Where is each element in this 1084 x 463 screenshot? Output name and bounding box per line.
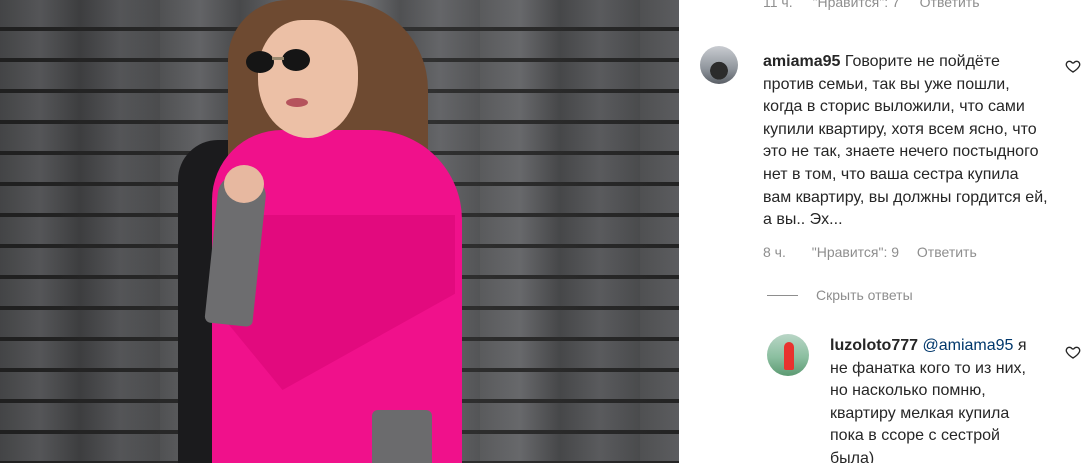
previous-comment-meta: 11 ч. "Нравится": 7 Ответить <box>763 0 996 10</box>
comment-meta: 8 ч. "Нравится": 9 Ответить <box>763 244 977 260</box>
sunglasses-icon <box>246 49 310 73</box>
hide-replies-button[interactable]: Скрыть ответы <box>767 287 913 303</box>
reply-username[interactable]: luzoloto777 <box>830 337 918 354</box>
reply-text: я не фанатка кого то из них, но наскольк… <box>830 337 1027 463</box>
avatar[interactable] <box>700 46 738 84</box>
comment-username[interactable]: amiama95 <box>763 53 840 70</box>
hide-replies-label: Скрыть ответы <box>816 287 913 303</box>
comment-time[interactable]: 8 ч. <box>763 244 786 260</box>
likes-count[interactable]: "Нравится": 7 <box>813 0 900 10</box>
reply-link[interactable]: Ответить <box>917 244 977 260</box>
heart-icon[interactable] <box>1065 344 1081 360</box>
reply-mention[interactable]: @amiama95 <box>922 337 1013 354</box>
likes-count[interactable]: "Нравится": 9 <box>812 244 899 260</box>
avatar-figure <box>784 342 794 370</box>
comment-time: 11 ч. <box>763 0 793 10</box>
heart-icon[interactable] <box>1065 58 1081 74</box>
post-photo[interactable] <box>0 0 679 463</box>
comment-body: amiama95 Говорите не пойдёте против семь… <box>763 51 1048 232</box>
avatar[interactable] <box>767 334 809 376</box>
lips <box>286 98 308 107</box>
reply-body: luzoloto777 @amiama95 я не фанатка кого … <box>830 335 1035 463</box>
comment-text: Говорите не пойдёте против семьи, так вы… <box>763 53 1048 229</box>
hand <box>224 165 264 203</box>
comments-panel: 11 ч. "Нравится": 7 Ответить amiama95 Го… <box>679 0 1084 463</box>
grey-cuff <box>372 410 432 463</box>
divider-line <box>767 294 798 296</box>
reply-link[interactable]: Ответить <box>920 0 980 10</box>
face <box>258 20 358 138</box>
